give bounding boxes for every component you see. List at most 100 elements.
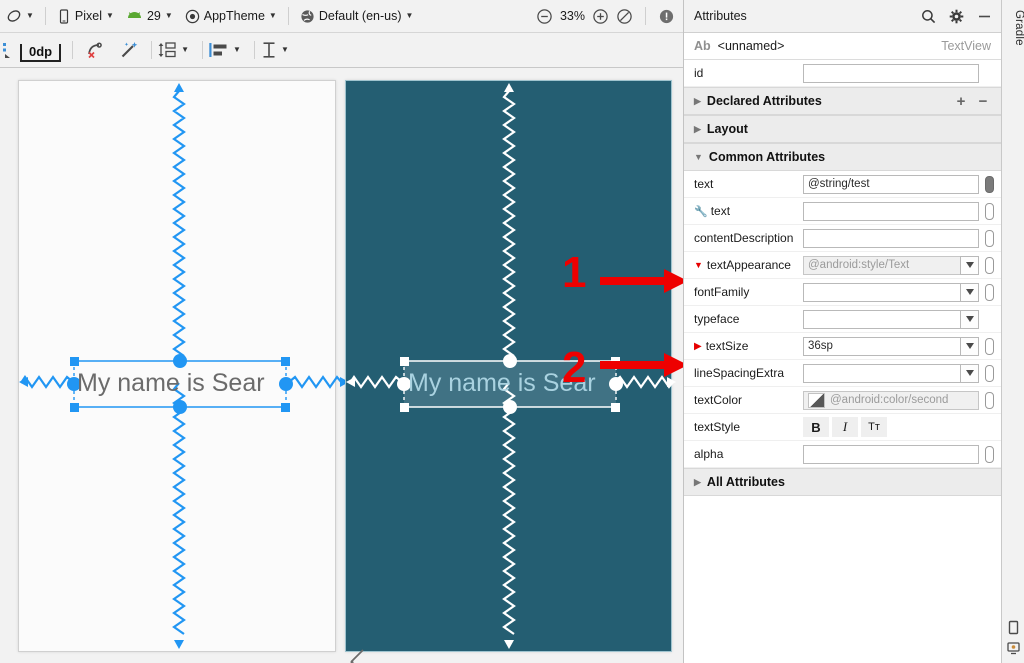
zoom-out-button[interactable] <box>536 8 553 25</box>
attribute-label-alpha: alpha <box>694 447 724 461</box>
chevron-down-icon: ▼ <box>26 11 34 20</box>
zoom-level-label: 33% <box>559 9 585 23</box>
chevron-right-icon: ▶ <box>694 476 701 487</box>
textAppearance-combo[interactable]: @android:style/Text <box>803 255 979 275</box>
baseline-constraint-icon[interactable] <box>2 40 14 60</box>
bold-button[interactable]: B <box>803 417 829 437</box>
layout-section[interactable]: ▶ Layout <box>684 115 1001 143</box>
attribute-row-id[interactable]: id <box>684 60 1001 87</box>
text-resolved-input[interactable] <box>803 201 979 221</box>
clear-constraints-icon[interactable] <box>78 40 112 60</box>
lineSpacingExtra-resource-pill[interactable] <box>985 364 994 382</box>
gradle-tool-tab[interactable]: Gradle <box>1002 6 1024 50</box>
textSize-combo[interactable]: 36sp <box>803 336 979 356</box>
all-attributes-label: All Attributes <box>706 475 785 489</box>
attribute-row-text[interactable]: text @string/test <box>684 171 1001 198</box>
textAppearance-dropdown-button[interactable] <box>960 255 979 275</box>
declared-attributes-section[interactable]: ▶ Declared Attributes + − <box>684 87 1001 115</box>
id-input[interactable] <box>803 63 979 83</box>
zoom-fit-button[interactable] <box>616 8 633 25</box>
device-preview-light[interactable]: My name is Sear <box>18 80 349 652</box>
common-attributes-section[interactable]: ▼ Common Attributes <box>684 143 1001 171</box>
device-file-explorer-icon[interactable] <box>1006 620 1021 635</box>
contentDescription-input[interactable] <box>803 228 979 248</box>
typeface-input[interactable] <box>803 309 960 329</box>
attribute-row-typeface[interactable]: typeface <box>684 306 1001 333</box>
design-canvas[interactable]: My name is Sear My name is Sear 1 2 <box>0 68 683 663</box>
all-attributes-section[interactable]: ▶ All Attributes <box>684 468 1001 496</box>
fontFamily-input[interactable] <box>803 282 960 302</box>
chevron-down-icon[interactable]: ▼ <box>281 46 289 54</box>
default-margin-value[interactable]: 0dp <box>20 44 62 62</box>
attribute-label-id: id <box>694 66 704 80</box>
locale-selector[interactable]: Default (en-us) ▼ <box>294 3 420 29</box>
emulator-icon[interactable] <box>1006 641 1021 656</box>
typeface-dropdown-button[interactable] <box>960 309 979 329</box>
attribute-label-text-resolved-text: text <box>710 204 731 218</box>
textSize-dropdown-button[interactable] <box>960 336 979 356</box>
textAppearance-resource-pill[interactable] <box>985 256 994 274</box>
alpha-resource-pill[interactable] <box>985 445 994 463</box>
attributes-panel: Attributes Ab <unnamed> TextView id ▶ De… <box>683 0 1001 663</box>
typeface-combo[interactable] <box>803 309 979 329</box>
textColor-resource-pill[interactable] <box>985 391 994 409</box>
selected-component-row: Ab <unnamed> TextView <box>684 33 1001 60</box>
api-level-selector[interactable]: 29 ▼ <box>120 3 179 29</box>
all-caps-button[interactable]: Tт <box>861 417 887 437</box>
chevron-down-icon[interactable]: ▼ <box>181 46 189 54</box>
attribute-label-textSize: ▶ textSize <box>694 339 797 353</box>
alpha-input[interactable] <box>803 444 979 464</box>
attribute-row-textAppearance[interactable]: ▼ textAppearance @android:style/Text <box>684 252 1001 279</box>
minimize-icon[interactable] <box>975 7 993 25</box>
pack-icon[interactable] <box>157 40 178 60</box>
italic-button[interactable]: I <box>832 417 858 437</box>
search-icon[interactable] <box>919 7 937 25</box>
textSize-input[interactable]: 36sp <box>803 336 960 356</box>
annotation-2-number: 2 <box>562 343 587 392</box>
toolbar-divider <box>72 41 74 59</box>
lineSpacingExtra-dropdown-button[interactable] <box>960 363 979 383</box>
attribute-row-fontFamily[interactable]: fontFamily <box>684 279 1001 306</box>
add-attribute-button[interactable]: + <box>953 93 969 110</box>
fontFamily-dropdown-button[interactable] <box>960 282 979 302</box>
warning-exclamation-icon[interactable] <box>658 8 675 25</box>
toolbar-divider <box>645 7 646 25</box>
attribute-row-text-resolved[interactable]: 🔧 text <box>684 198 1001 225</box>
fontFamily-resource-pill[interactable] <box>985 283 994 301</box>
textColor-input[interactable]: @android:color/second <box>803 390 979 410</box>
expand-triangle-icon[interactable]: ▼ <box>694 260 703 270</box>
textAppearance-input[interactable]: @android:style/Text <box>803 255 960 275</box>
zoom-in-button[interactable] <box>592 8 609 25</box>
chevron-right-icon: ▶ <box>694 95 701 106</box>
remove-attribute-button[interactable]: − <box>975 93 991 110</box>
align-icon[interactable] <box>208 40 230 60</box>
textview-widget-light[interactable]: My name is Sear <box>77 369 265 398</box>
pencil-edit-icon[interactable] <box>348 647 370 663</box>
text-input[interactable]: @string/test <box>803 174 979 194</box>
magic-wand-icon[interactable] <box>112 40 146 60</box>
attribute-row-textColor[interactable]: textColor @android:color/second <box>684 387 1001 414</box>
attribute-row-lineSpacingExtra[interactable]: lineSpacingExtra <box>684 360 1001 387</box>
textSize-resource-pill[interactable] <box>985 337 994 355</box>
fontFamily-combo[interactable] <box>803 282 979 302</box>
chevron-down-icon[interactable]: ▼ <box>233 46 241 54</box>
text-resource-pill[interactable] <box>985 175 994 193</box>
theme-selector[interactable]: AppTheme ▼ <box>179 3 283 29</box>
phone-icon <box>57 8 71 24</box>
attributes-panel-header: Attributes <box>684 0 1001 33</box>
annotation-1-arrow <box>600 269 683 293</box>
contentDescription-resource-pill[interactable] <box>985 229 994 247</box>
attribute-row-textStyle[interactable]: textStyle B I Tт <box>684 414 1001 441</box>
gear-icon[interactable] <box>947 7 965 25</box>
attribute-row-contentDescription[interactable]: contentDescription <box>684 225 1001 252</box>
theme-selector-label: AppTheme <box>203 9 265 23</box>
text-resolved-resource-pill[interactable] <box>985 202 994 220</box>
lineSpacingExtra-input[interactable] <box>803 363 960 383</box>
attribute-row-textSize[interactable]: ▶ textSize 36sp <box>684 333 1001 360</box>
lineSpacingExtra-combo[interactable] <box>803 363 979 383</box>
guideline-icon[interactable] <box>260 40 278 60</box>
device-selector[interactable]: Pixel ▼ <box>51 3 120 29</box>
design-surface-mode[interactable]: ▼ <box>0 3 40 29</box>
attribute-row-alpha[interactable]: alpha <box>684 441 1001 468</box>
color-swatch-icon[interactable] <box>808 392 825 408</box>
